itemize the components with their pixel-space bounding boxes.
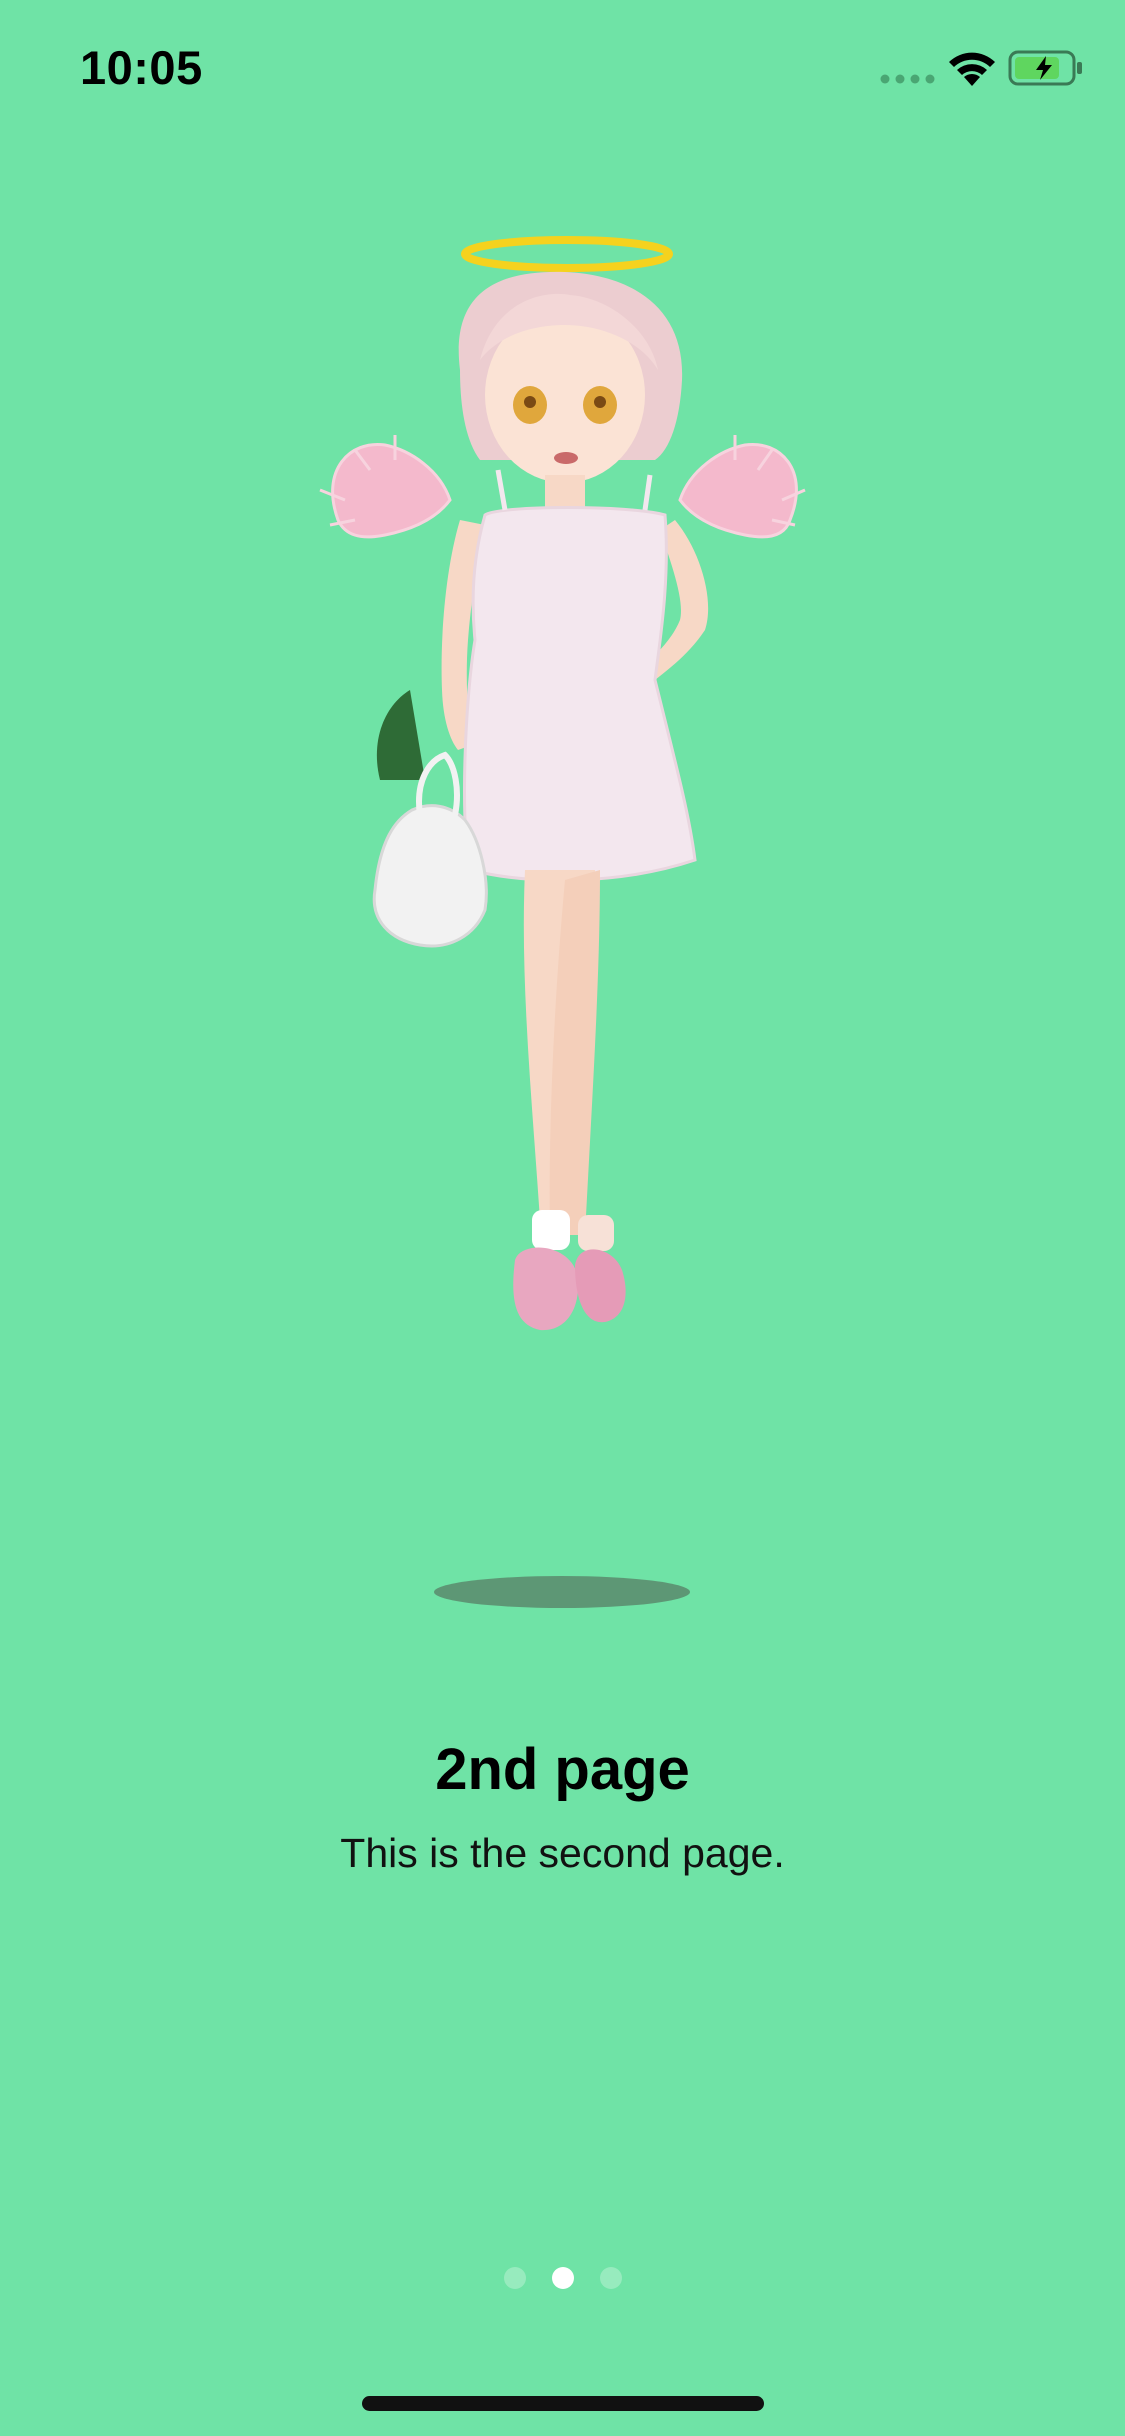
halo xyxy=(461,236,673,272)
angel-girl-illustration xyxy=(319,236,806,1608)
dress xyxy=(463,506,697,882)
left-shoe xyxy=(513,1247,579,1331)
wifi-icon xyxy=(949,52,995,86)
ground-shadow xyxy=(434,1576,690,1608)
status-time: 10:05 xyxy=(80,41,203,94)
left-wing xyxy=(319,435,452,539)
page-title: 2nd page xyxy=(435,1737,690,1802)
right-wing xyxy=(678,435,806,539)
signal-icon xyxy=(880,74,935,84)
page-dot-3[interactable] xyxy=(599,2267,622,2289)
status-bar: 10:05 xyxy=(0,0,1125,132)
page-dot-2[interactable] xyxy=(551,2267,574,2289)
home-indicator[interactable] xyxy=(362,2396,764,2411)
page-dot-1[interactable] xyxy=(503,2267,526,2289)
right-shoe xyxy=(575,1249,626,1323)
battery-charging-icon xyxy=(1008,50,1082,86)
page-subtitle: This is the second page. xyxy=(340,1830,785,1876)
page-indicator[interactable] xyxy=(0,2267,1125,2289)
